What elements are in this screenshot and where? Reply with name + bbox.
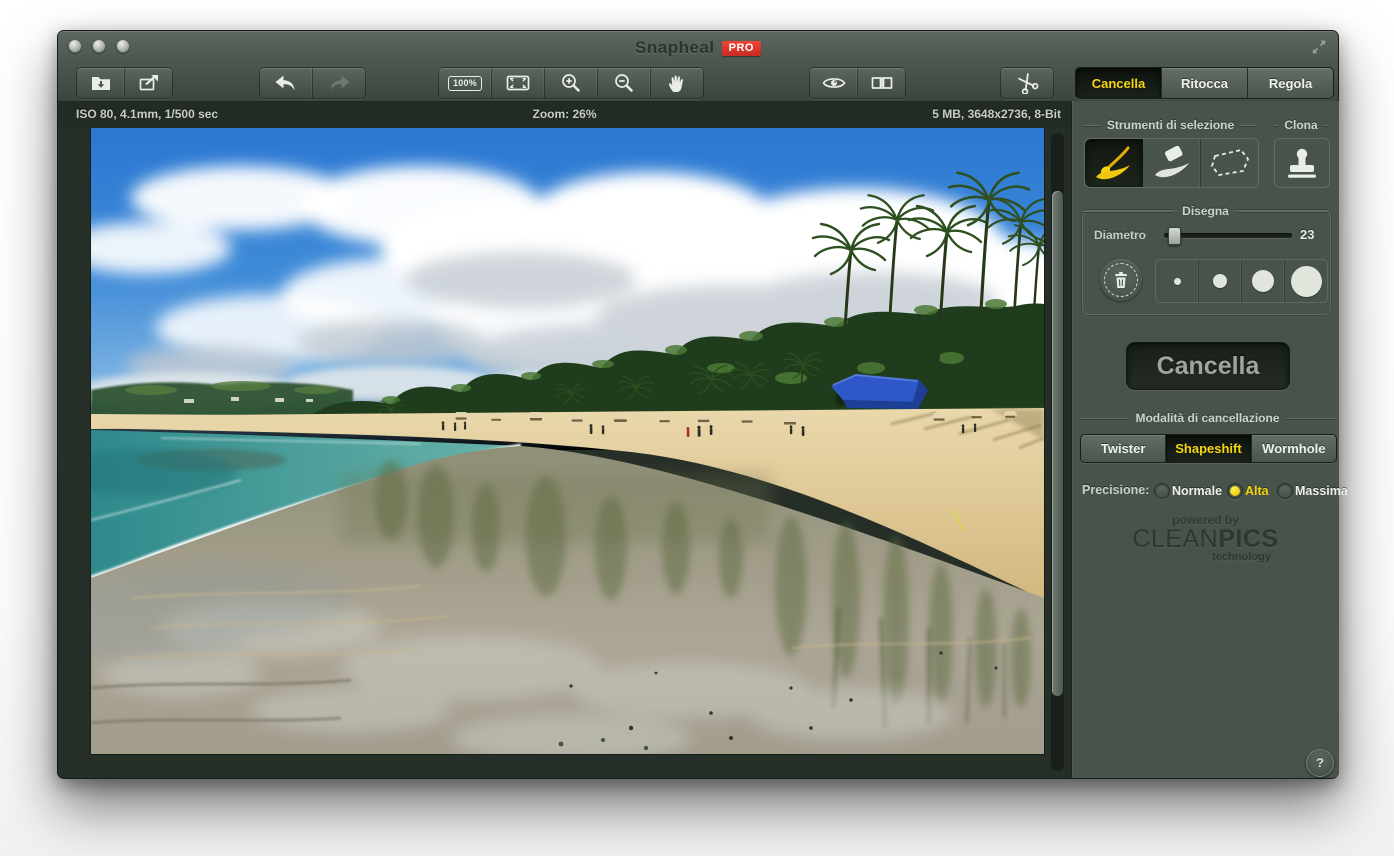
zoom-100-icon: 100% [448, 75, 482, 91]
beach-photo [58, 128, 1071, 762]
photo-canvas[interactable] [58, 128, 1071, 762]
tool-panel: Strumenti di selezione Clona Disegna Dia… [1071, 101, 1348, 778]
fullscreen-button[interactable] [1310, 38, 1328, 56]
pro-badge: PRO [721, 40, 761, 56]
erase-action-button[interactable]: Cancella [1126, 342, 1290, 390]
lasso-icon [1210, 148, 1249, 176]
fullscreen-icon [1312, 40, 1326, 54]
powered-by-text: powered by [1172, 513, 1239, 527]
zoom-in-button[interactable] [545, 68, 598, 98]
clear-selection-button[interactable] [1100, 259, 1142, 301]
close-button[interactable] [68, 39, 82, 53]
eraser-tool-button[interactable] [1143, 139, 1201, 187]
brush-size-group [1155, 259, 1328, 303]
crop-group [1000, 67, 1054, 99]
redo-icon [330, 75, 350, 91]
help-button[interactable]: ? [1306, 749, 1334, 777]
trash-icon [1115, 272, 1127, 288]
split-view-button[interactable] [858, 68, 905, 98]
dashed-circle [1104, 263, 1138, 297]
import-folder-icon [91, 77, 110, 90]
selection-tools-group [1084, 138, 1259, 188]
clone-tool-group [1274, 138, 1330, 188]
cleanpics-branding: powered by CLEANPICS technology [1072, 513, 1339, 563]
title-toolbar: Snapheal PRO 100% Cancella Ritocca Regol… [58, 31, 1338, 102]
precision-massima-radio[interactable] [1277, 483, 1293, 499]
precision-massima-label[interactable]: Massima [1295, 484, 1348, 498]
fit-screen-icon [506, 75, 530, 91]
hand-icon [668, 75, 683, 92]
selection-tools-legend: Strumenti di selezione [1084, 118, 1257, 132]
brush-size-2-button[interactable] [1199, 260, 1242, 302]
info-bar: ISO 80, 4.1mm, 1/500 sec Zoom: 26% 5 MB,… [58, 101, 1071, 129]
precision-alta-radio[interactable] [1227, 483, 1243, 499]
fit-screen-button[interactable] [492, 68, 545, 98]
tab-regola[interactable]: Regola [1248, 68, 1333, 98]
brush-tool-button[interactable] [1085, 139, 1143, 187]
mode-wormhole-button[interactable]: Wormhole [1251, 435, 1336, 462]
hand-tool-button[interactable] [651, 68, 703, 98]
mode-tabs: Cancella Ritocca Regola [1075, 67, 1334, 99]
app-title: Snapheal [635, 38, 715, 57]
zoom-100-button[interactable]: 100% [439, 68, 492, 98]
app-window: Snapheal PRO 100% Cancella Ritocca Regol… [57, 30, 1348, 779]
precision-alta-label[interactable]: Alta [1245, 484, 1269, 498]
zoom-button[interactable] [116, 39, 130, 53]
mode-shapeshift-button[interactable]: Shapeshift [1166, 435, 1252, 462]
split-view-icon [871, 77, 892, 89]
undo-icon [275, 75, 295, 91]
erase-mode-segmented: Twister Shapeshift Wormhole [1080, 434, 1337, 463]
lasso-tool-button[interactable] [1201, 139, 1258, 187]
erase-mode-legend: Modalità di cancellazione [1080, 411, 1335, 425]
undo-button[interactable] [260, 68, 313, 98]
view-group [809, 67, 906, 99]
vertical-scrollbar[interactable] [1051, 133, 1064, 771]
mode-twister-button[interactable]: Twister [1081, 435, 1167, 462]
brush-icon [1095, 146, 1130, 180]
precision-row: Precisione: Normale Alta Massima [1082, 482, 1348, 500]
zoom-level: Zoom: 26% [532, 107, 597, 121]
stamp-icon [1288, 148, 1316, 178]
canvas-area [58, 128, 1071, 778]
file-group [76, 67, 173, 99]
zoom-out-icon [615, 74, 633, 92]
eye-icon [822, 78, 845, 88]
diameter-slider-handle[interactable] [1168, 227, 1181, 245]
crop-button[interactable] [1001, 68, 1053, 98]
zoom-out-button[interactable] [598, 68, 651, 98]
diameter-slider[interactable] [1164, 227, 1292, 245]
preview-button[interactable] [810, 68, 858, 98]
diameter-value: 23 [1300, 227, 1315, 242]
tab-cancella[interactable]: Cancella [1076, 68, 1162, 98]
export-button[interactable] [125, 68, 172, 98]
brush-size-4-button[interactable] [1285, 260, 1327, 302]
redo-button[interactable] [313, 68, 365, 98]
scissors-icon [1018, 73, 1039, 94]
precision-normale-radio[interactable] [1154, 483, 1170, 499]
history-group [259, 67, 366, 99]
file-info: 5 MB, 3648x2736, 8-Bit [932, 107, 1061, 121]
diameter-label: Diametro [1094, 228, 1147, 242]
zoom-group: 100% [438, 67, 704, 99]
tab-ritocca[interactable]: Ritocca [1162, 68, 1248, 98]
precision-normale-label[interactable]: Normale [1172, 484, 1222, 498]
export-icon [139, 74, 158, 91]
minimize-button[interactable] [92, 39, 106, 53]
clone-stamp-button[interactable] [1275, 139, 1329, 187]
precision-label: Precisione: [1082, 483, 1150, 497]
eraser-icon [1154, 145, 1189, 178]
traffic-lights [68, 39, 130, 53]
zoom-in-icon [562, 74, 580, 92]
cleanpics-logo: CLEANPICS [1132, 525, 1279, 553]
brush-size-1-button[interactable] [1156, 260, 1199, 302]
brush-size-3-button[interactable] [1242, 260, 1285, 302]
open-image-button[interactable] [77, 68, 125, 98]
clone-legend: Clona [1274, 118, 1328, 132]
draw-legend: Disegna [1082, 204, 1329, 218]
scrollbar-thumb[interactable] [1052, 191, 1063, 696]
